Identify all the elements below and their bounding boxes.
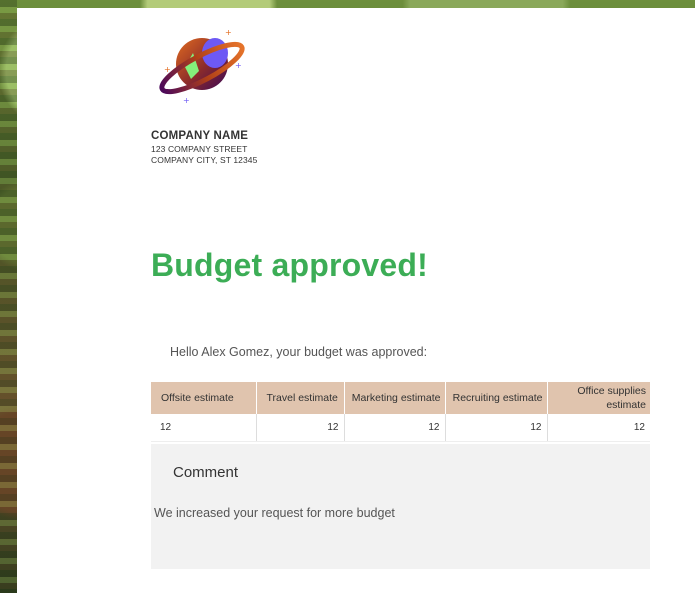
- greeting-text: Hello Alex Gomez, your budget was approv…: [170, 345, 428, 359]
- page-title: Budget approved!: [151, 247, 428, 283]
- header-offsite-estimate: Offsite estimate: [151, 382, 257, 414]
- value-recruiting-estimate: 12: [445, 414, 548, 442]
- comment-title: Comment: [173, 464, 239, 481]
- header-office-supplies-estimate: Office supplies estimate: [547, 382, 650, 414]
- company-city: COMPANY CITY, ST 12345: [151, 155, 258, 165]
- table-row: 12 12 12 12 12: [151, 414, 650, 442]
- budget-table: Offsite estimate Travel estimate Marketi…: [151, 382, 650, 442]
- planet-logo-icon: + + + +: [155, 23, 250, 105]
- comment-box: Comment We increased your request for mo…: [151, 444, 650, 569]
- comment-text: We increased your request for more budge…: [154, 506, 395, 520]
- email-document: + + + + COMPANY NAME 123 COMPANY STREET …: [17, 8, 695, 593]
- company-address: COMPANY NAME 123 COMPANY STREET COMPANY …: [151, 130, 257, 166]
- value-marketing-estimate: 12: [344, 414, 446, 442]
- header-recruiting-estimate: Recruiting estimate: [445, 382, 548, 414]
- header-marketing-estimate: Marketing estimate: [344, 382, 446, 414]
- header-travel-estimate: Travel estimate: [256, 382, 345, 414]
- svg-text:+: +: [235, 61, 242, 70]
- svg-text:+: +: [164, 65, 171, 74]
- company-street: 123 COMPANY STREET: [151, 144, 248, 154]
- value-travel-estimate: 12: [256, 414, 345, 442]
- table-header-row: Offsite estimate Travel estimate Marketi…: [151, 382, 650, 414]
- value-office-supplies-estimate: 12: [547, 414, 650, 442]
- svg-text:+: +: [183, 96, 190, 103]
- company-name: COMPANY NAME: [151, 130, 249, 142]
- svg-text:+: +: [225, 28, 232, 37]
- background-edge: [0, 0, 17, 593]
- value-offsite-estimate: 12: [151, 414, 257, 442]
